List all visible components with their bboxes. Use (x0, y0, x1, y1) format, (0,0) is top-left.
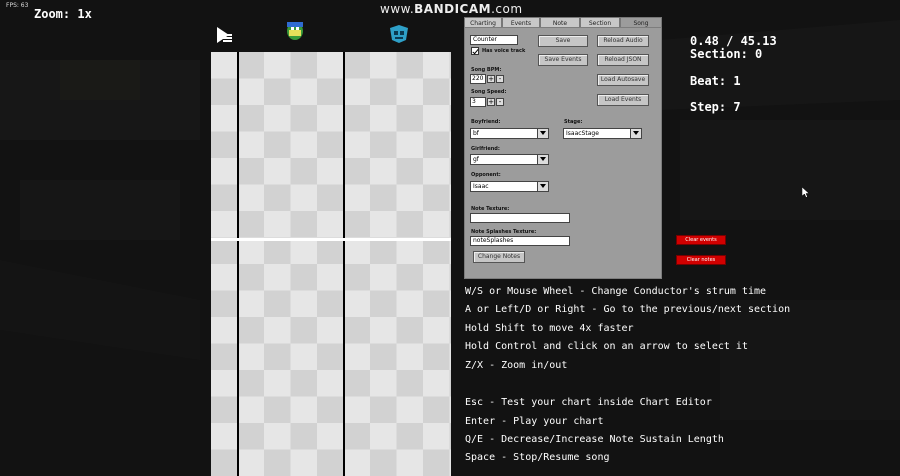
bpm-decrease-button[interactable]: - (496, 75, 504, 83)
bpm-value[interactable]: 220 (470, 74, 486, 84)
step-counter: Step: 7 (690, 100, 741, 114)
splash-texture-label: Note Splashes Texture: (471, 229, 537, 235)
speed-decrease-button[interactable]: - (496, 98, 504, 106)
strum-line (211, 238, 451, 241)
help-line: Hold Control and click on an arrow to se… (465, 341, 748, 352)
watermark-prefix: www. (380, 2, 415, 16)
boyfriend-health-icon (287, 22, 303, 40)
opponent-dropdown-chevron-icon[interactable] (537, 182, 548, 191)
stage-dropdown[interactable]: IsaacStage (563, 128, 642, 139)
section-counter: Section: 0 (690, 47, 763, 61)
speed-value[interactable]: 3 (470, 97, 486, 107)
opponent-health-icon (390, 25, 408, 43)
save-button[interactable]: Save (538, 35, 588, 47)
speed-stepper: 3 + - (470, 97, 504, 107)
song-time: 0.48 / 45.13 (690, 34, 777, 48)
speed-increase-button[interactable]: + (487, 98, 495, 106)
boyfriend-dropdown[interactable]: bf (470, 128, 549, 139)
change-notes-button[interactable]: Change Notes (473, 251, 525, 263)
help-line: Esc - Test your chart inside Chart Edito… (465, 397, 712, 408)
reload-json-button[interactable]: Reload JSON (597, 54, 649, 66)
note-texture-label: Note Texture: (471, 206, 510, 212)
fps-counter: FPS: 63 (6, 2, 29, 9)
boyfriend-label: Boyfriend: (471, 119, 501, 125)
boyfriend-selected: bf (473, 130, 479, 137)
watermark-brand: BANDICAM (414, 2, 492, 16)
song-name-input[interactable]: Counter (470, 35, 518, 45)
help-line: Hold Shift to move 4x faster (465, 323, 634, 334)
voice-track-label: Has voice track (482, 48, 526, 54)
recorder-watermark: www.BANDICAM.com (380, 2, 523, 16)
zoom-level: Zoom: 1x (34, 7, 92, 21)
note-grid-cells[interactable] (211, 52, 451, 476)
events-icon[interactable] (216, 26, 234, 44)
stage-label: Stage: (564, 119, 583, 125)
clear-notes-button[interactable]: Clear notes (676, 255, 726, 265)
note-grid[interactable] (211, 52, 451, 476)
help-line: Space - Stop/Resume song (465, 452, 610, 463)
clear-events-button[interactable]: Clear events (676, 235, 726, 245)
opponent-selected: Isaac (473, 183, 489, 190)
splash-texture-input[interactable]: noteSplashes (470, 236, 570, 246)
help-line: A or Left/D or Right - Go to the previou… (465, 304, 791, 315)
load-events-button[interactable]: Load Events (597, 94, 649, 106)
girlfriend-label: Girlfriend: (471, 146, 500, 152)
watermark-suffix: .com (491, 2, 523, 16)
voice-track-checkbox[interactable] (471, 47, 479, 55)
save-events-button[interactable]: Save Events (538, 54, 588, 66)
help-line: W/S or Mouse Wheel - Change Conductor's … (465, 286, 767, 297)
load-autosave-button[interactable]: Load Autosave (597, 74, 649, 86)
bpm-label: Song BPM: (471, 67, 502, 73)
opponent-label: Opponent: (471, 172, 501, 178)
reload-audio-button[interactable]: Reload Audio (597, 35, 649, 47)
grid-divider-left (237, 52, 239, 476)
help-line: Enter - Play your chart (465, 416, 604, 427)
boyfriend-dropdown-chevron-icon[interactable] (537, 129, 548, 138)
girlfriend-dropdown-chevron-icon[interactable] (537, 155, 548, 164)
opponent-dropdown[interactable]: Isaac (470, 181, 549, 192)
girlfriend-dropdown[interactable]: gf (470, 154, 549, 165)
note-texture-input[interactable] (470, 213, 570, 223)
help-line: Q/E - Decrease/Increase Note Sustain Len… (465, 434, 724, 445)
help-line: Z/X - Zoom in/out (465, 360, 568, 371)
bpm-stepper: 220 + - (470, 74, 504, 84)
stage-selected: IsaacStage (566, 130, 599, 137)
grid-divider-middle (343, 52, 345, 476)
stage-dropdown-chevron-icon[interactable] (630, 129, 641, 138)
speed-label: Song Speed: (471, 89, 507, 95)
mouse-cursor-icon (802, 187, 810, 198)
girlfriend-selected: gf (473, 156, 479, 163)
beat-counter: Beat: 1 (690, 74, 741, 88)
bpm-increase-button[interactable]: + (487, 75, 495, 83)
